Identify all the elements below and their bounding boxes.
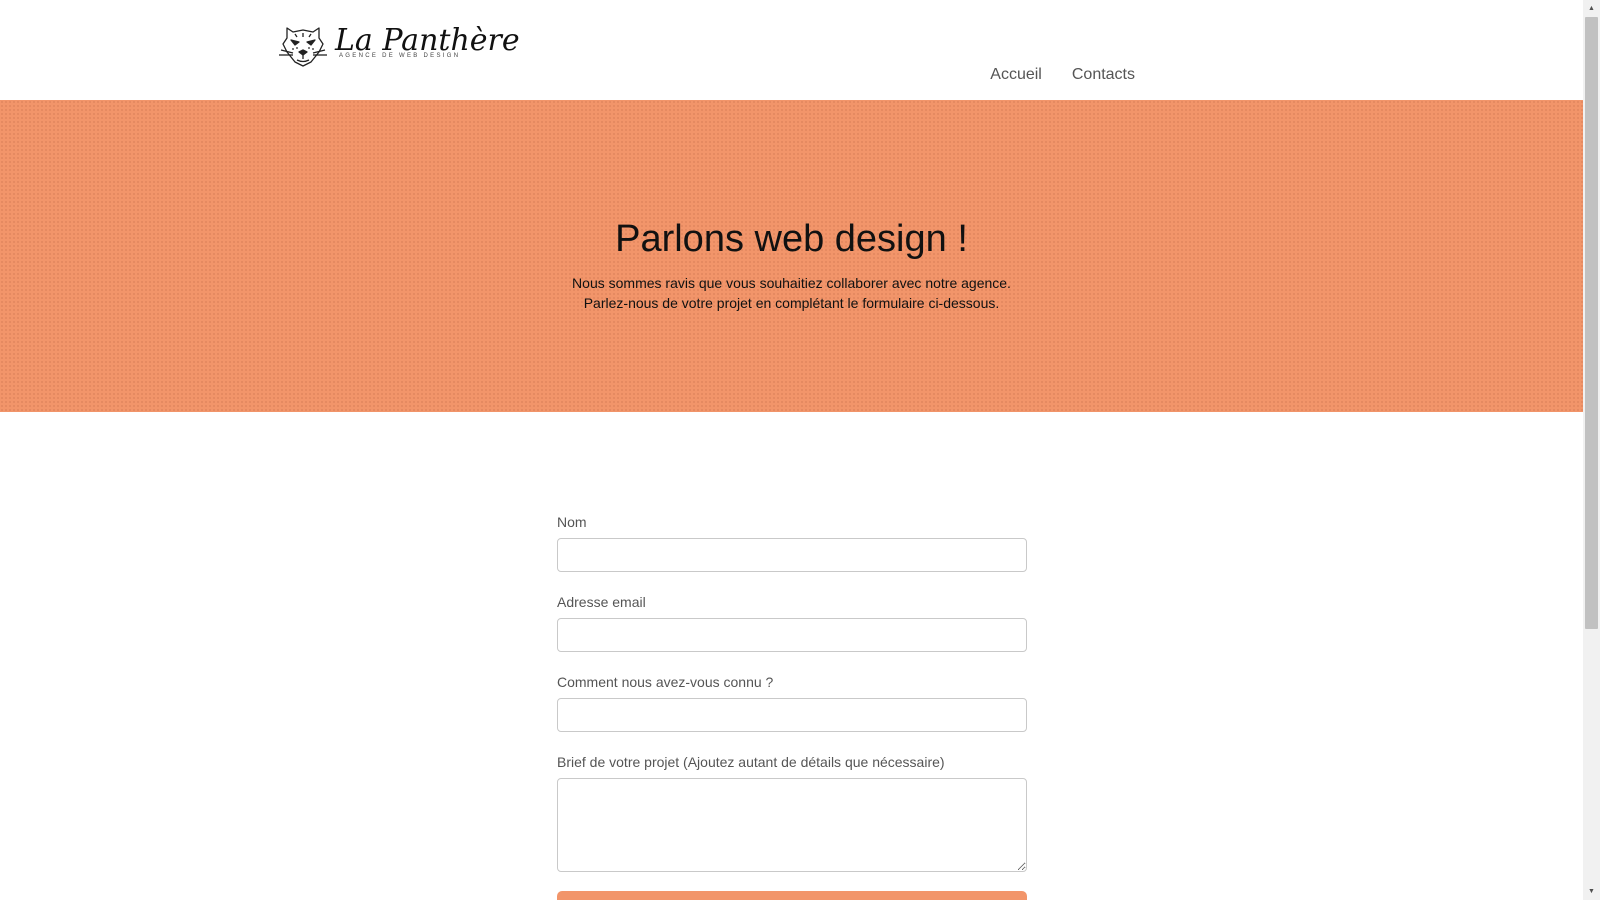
referral-label: Comment nous avez-vous connu ? (557, 674, 774, 690)
scrollbar-thumb[interactable] (1585, 17, 1598, 629)
email-input[interactable] (557, 618, 1027, 652)
name-field-group: Nom (557, 514, 1027, 572)
brand-tagline: AGENCE DE WEB DESIGN (339, 53, 461, 59)
nav-item-accueil[interactable]: Accueil (990, 66, 1042, 84)
nav-item-contacts[interactable]: Contacts (1072, 66, 1135, 84)
brief-textarea[interactable] (557, 778, 1027, 872)
referral-field-group: Comment nous avez-vous connu ? (557, 674, 1027, 732)
hero-subtitle-line-1: Nous sommes ravis que vous souhaitiez co… (572, 275, 1011, 291)
site-header: La Panthère AGENCE DE WEB DESIGN Accueil… (0, 0, 1583, 100)
hero-banner: Parlons web design ! Nous sommes ravis q… (0, 100, 1583, 412)
name-input[interactable] (557, 538, 1027, 572)
referral-input[interactable] (557, 698, 1027, 732)
scroll-down-arrow-icon[interactable]: ▼ (1583, 883, 1600, 900)
scroll-up-arrow-icon[interactable]: ▲ (1583, 0, 1600, 17)
vertical-scrollbar[interactable]: ▲ ▼ (1583, 0, 1600, 900)
submit-button[interactable] (557, 891, 1027, 900)
contact-page: La Panthère AGENCE DE WEB DESIGN Accueil… (0, 0, 1600, 900)
brief-field-group: Brief de votre projet (Ajoutez autant de… (557, 754, 1027, 872)
email-label: Adresse email (557, 594, 646, 610)
hero-subtitle-line-2: Parlez-nous de votre projet en complétan… (583, 295, 1000, 311)
brief-label: Brief de votre projet (Ajoutez autant de… (557, 754, 945, 770)
brand-logo-link[interactable]: La Panthère AGENCE DE WEB DESIGN (277, 22, 520, 72)
hero-subtitle: Nous sommes ravis que vous souhaitiez co… (0, 273, 1583, 313)
main-nav: Accueil Contacts (990, 66, 1135, 84)
panther-head-icon (279, 27, 327, 67)
page-title: Parlons web design ! (615, 218, 968, 260)
contact-form: Nom Adresse email Comment nous avez-vous… (557, 514, 1027, 894)
brand-text: La Panthère AGENCE DE WEB DESIGN (335, 24, 520, 60)
name-label: Nom (557, 514, 587, 530)
email-field-group: Adresse email (557, 594, 1027, 652)
